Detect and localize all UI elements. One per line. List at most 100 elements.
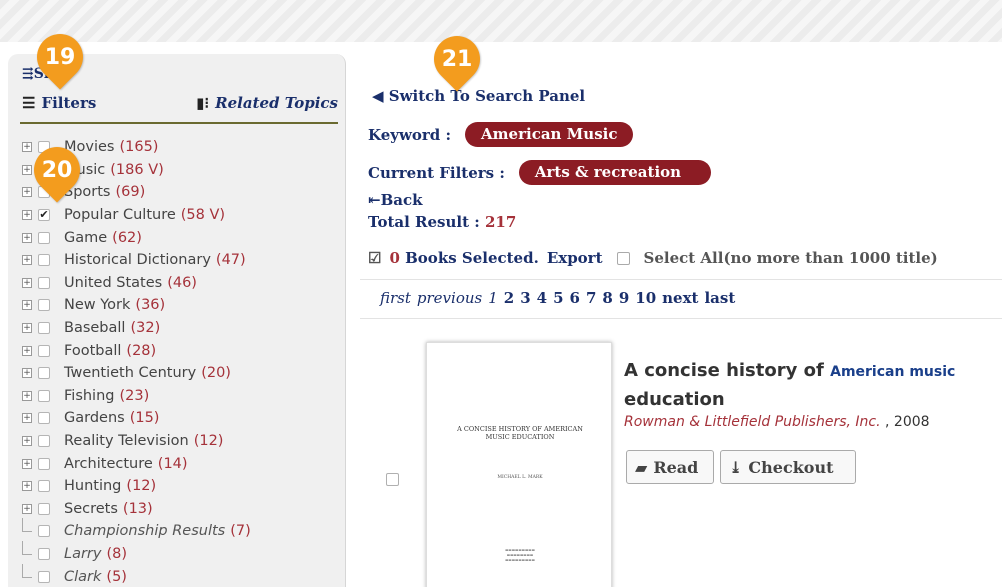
cover-title: A CONCISE HISTORY OF AMERICAN MUSIC EDUC… bbox=[457, 425, 583, 441]
expand-icon[interactable]: + bbox=[22, 164, 32, 175]
expand-icon[interactable]: + bbox=[22, 277, 32, 288]
facet-item[interactable]: Larry (8) bbox=[22, 540, 342, 566]
result-checkbox[interactable] bbox=[386, 473, 399, 486]
export-link[interactable]: Export bbox=[547, 249, 603, 267]
facet-item[interactable]: Clark (5) bbox=[22, 563, 342, 587]
facet-count: (47) bbox=[215, 252, 246, 269]
facet-list: + Movies (165) + Music (186 V) + Sports (69) + ✔ Po… bbox=[22, 136, 342, 587]
facet-label: Architecture bbox=[64, 455, 153, 472]
tab-filters[interactable]: ☰ Filters bbox=[22, 94, 96, 112]
facet-item[interactable]: + Game (62) bbox=[22, 226, 342, 249]
selection-bar: ☑ 0 Books Selected. Export Select All(no… bbox=[368, 249, 938, 267]
facet-checkbox[interactable] bbox=[38, 412, 50, 425]
book-title[interactable]: A concise history of American music educ… bbox=[624, 357, 996, 413]
facet-count: (12) bbox=[126, 478, 157, 495]
back-link[interactable]: ⇤Back bbox=[368, 191, 423, 209]
total-result: Total Result : 217 bbox=[368, 213, 517, 231]
facet-checkbox[interactable] bbox=[38, 502, 50, 515]
download-icon: ⤓ bbox=[729, 457, 743, 477]
expand-icon[interactable]: + bbox=[22, 323, 32, 334]
page-link[interactable]: 10 bbox=[635, 289, 656, 307]
facet-item[interactable]: + ✔ Popular Culture (58 V) bbox=[22, 204, 342, 227]
expand-icon[interactable]: + bbox=[22, 187, 32, 198]
facet-checkbox[interactable] bbox=[38, 254, 50, 267]
page-last[interactable]: last bbox=[704, 289, 735, 307]
page-link[interactable]: 3 bbox=[520, 289, 530, 307]
expand-icon[interactable]: + bbox=[22, 481, 32, 492]
keyword-label: Keyword : bbox=[368, 125, 452, 144]
expand-icon[interactable]: + bbox=[22, 503, 32, 514]
page-link[interactable]: 2 bbox=[504, 289, 514, 307]
sidebar-tabs: ☰ Filters ▮⁝ Related Topics bbox=[20, 90, 338, 124]
page-numbers: 2 3 4 5 6 7 8 9 10 bbox=[504, 289, 656, 307]
facet-checkbox[interactable] bbox=[38, 231, 50, 244]
tab-related-topics[interactable]: ▮⁝ Related Topics bbox=[196, 94, 338, 112]
facet-checkbox[interactable] bbox=[38, 389, 50, 402]
book-cover[interactable]: A CONCISE HISTORY OF AMERICAN MUSIC EDUC… bbox=[426, 342, 612, 587]
page-link[interactable]: 7 bbox=[586, 289, 596, 307]
book-icon: ▰ bbox=[635, 457, 648, 477]
page-link[interactable]: 8 bbox=[602, 289, 612, 307]
facet-item[interactable]: + Twentieth Century (20) bbox=[22, 362, 342, 385]
filter-pill[interactable]: Arts & recreation bbox=[518, 160, 712, 185]
switch-to-search-link[interactable]: ◀ Switch To Search Panel bbox=[372, 87, 585, 105]
facet-checkbox[interactable] bbox=[38, 570, 50, 583]
facet-label: Historical Dictionary bbox=[64, 252, 211, 269]
checkout-button[interactable]: ⤓ Checkout bbox=[720, 450, 856, 484]
facet-item[interactable]: + New York (36) bbox=[22, 294, 342, 317]
facet-checkbox[interactable] bbox=[38, 367, 50, 380]
expand-icon[interactable]: + bbox=[22, 345, 32, 356]
expand-icon[interactable]: + bbox=[22, 368, 32, 379]
select-all-checkbox[interactable] bbox=[616, 251, 630, 265]
facet-item[interactable]: + Fishing (23) bbox=[22, 385, 342, 408]
page-link[interactable]: 4 bbox=[537, 289, 547, 307]
page-previous[interactable]: previous bbox=[417, 289, 482, 307]
expand-icon[interactable]: + bbox=[22, 255, 32, 266]
sidebar: ⇶Sk ☰ Filters ▮⁝ Related Topics +Movies(… bbox=[8, 54, 346, 587]
page-link[interactable]: 6 bbox=[570, 289, 580, 307]
facet-item[interactable]: + Baseball (32) bbox=[22, 317, 342, 340]
facet-item[interactable]: + Football (28) bbox=[22, 339, 342, 362]
facet-label: Clark bbox=[64, 568, 102, 585]
read-button[interactable]: ▰ Read bbox=[626, 450, 714, 484]
expand-icon[interactable]: + bbox=[22, 142, 32, 153]
facet-checkbox[interactable] bbox=[38, 480, 50, 493]
facet-label: Secrets bbox=[64, 500, 118, 517]
facet-label: New York bbox=[64, 297, 131, 314]
expand-icon[interactable]: + bbox=[22, 413, 32, 424]
facet-checkbox[interactable] bbox=[38, 457, 50, 470]
facet-checkbox[interactable] bbox=[38, 276, 50, 289]
facet-item[interactable]: + Gardens (15) bbox=[22, 407, 342, 430]
page-first[interactable]: first bbox=[380, 289, 411, 307]
facet-item[interactable]: + Secrets (13) bbox=[22, 498, 342, 521]
facet-checkbox[interactable] bbox=[38, 435, 50, 448]
facet-item[interactable]: + Hunting (12) bbox=[22, 475, 342, 498]
keyword-row: Keyword : American Music bbox=[368, 122, 634, 147]
expand-icon[interactable]: + bbox=[22, 390, 32, 401]
expand-icon[interactable]: + bbox=[22, 436, 32, 447]
facet-item[interactable]: + Reality Television (12) bbox=[22, 430, 342, 453]
expand-icon[interactable]: + bbox=[22, 210, 32, 221]
keyword-pill[interactable]: American Music bbox=[465, 122, 634, 147]
page-next[interactable]: next bbox=[662, 289, 698, 307]
facet-item[interactable]: + Architecture (14) bbox=[22, 452, 342, 475]
facet-item[interactable]: Championship Results (7) bbox=[22, 518, 342, 543]
facet-checkbox[interactable] bbox=[38, 525, 50, 538]
expand-icon[interactable]: + bbox=[22, 232, 32, 243]
facet-checkbox[interactable] bbox=[38, 344, 50, 357]
divider bbox=[360, 279, 1002, 280]
facet-checkbox[interactable]: ✔ bbox=[38, 209, 50, 222]
facet-checkbox[interactable] bbox=[38, 547, 50, 560]
facet-label: Game bbox=[64, 229, 108, 246]
facet-checkbox[interactable] bbox=[38, 299, 50, 312]
page-link[interactable]: 9 bbox=[619, 289, 629, 307]
total-result-value: 217 bbox=[485, 213, 517, 231]
facet-checkbox[interactable] bbox=[38, 322, 50, 335]
facet-item[interactable]: + Historical Dictionary (47) bbox=[22, 249, 342, 272]
facet-item[interactable]: + United States (46) bbox=[22, 272, 342, 295]
page-link[interactable]: 5 bbox=[553, 289, 563, 307]
expand-icon[interactable]: + bbox=[22, 458, 32, 469]
facet-label: Reality Television bbox=[64, 433, 189, 450]
expand-icon[interactable]: + bbox=[22, 300, 32, 311]
page-current: 1 bbox=[488, 289, 498, 307]
